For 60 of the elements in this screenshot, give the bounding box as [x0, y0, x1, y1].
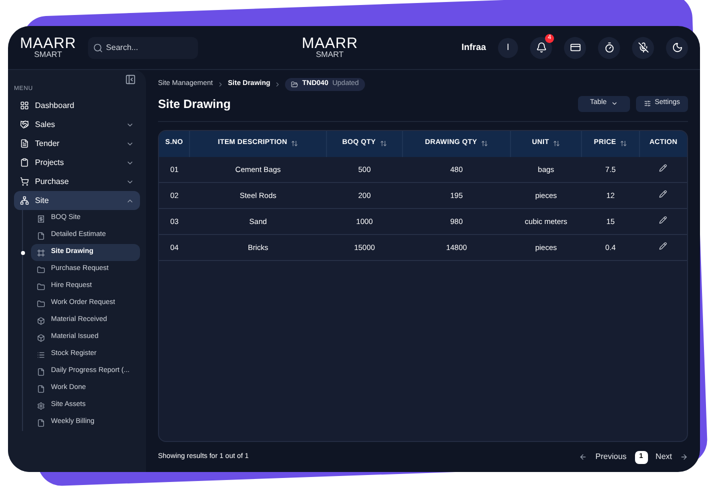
network-icon — [20, 196, 29, 205]
sliders-icon — [644, 100, 651, 107]
theme-button[interactable] — [666, 36, 688, 58]
sidebar-item[interactable]: Sales — [14, 115, 140, 134]
timer-button[interactable] — [598, 36, 620, 58]
sort-icon[interactable] — [481, 140, 488, 147]
page-title: Site Drawing — [158, 96, 231, 112]
search-field[interactable]: Search... — [88, 36, 198, 58]
handshake-icon — [20, 120, 29, 129]
file-icon — [37, 368, 45, 376]
logo: MAARR SMART — [20, 36, 76, 59]
file-icon — [37, 418, 45, 426]
sidebar-item[interactable]: Tender — [14, 134, 140, 153]
sidebar-item[interactable]: Site — [14, 191, 140, 210]
breadcrumb-separator-icon — [216, 80, 224, 88]
search-icon — [93, 42, 104, 52]
grid-icon — [20, 101, 29, 110]
breadcrumb-separator-icon — [274, 80, 282, 88]
file-icon — [37, 232, 45, 240]
arrow-right-icon — [680, 453, 688, 461]
microphone-button[interactable] — [632, 36, 654, 58]
chevron-icon — [610, 100, 618, 107]
previous-button[interactable]: Previous — [595, 451, 627, 463]
box-icon — [37, 334, 45, 342]
card-icon — [570, 42, 580, 53]
cart-icon — [20, 177, 29, 186]
frame-icon — [37, 248, 45, 256]
bell-icon — [536, 42, 546, 53]
edit-icon[interactable] — [659, 190, 668, 198]
card-button[interactable] — [564, 36, 586, 58]
edit-icon[interactable] — [659, 242, 668, 250]
collapse-icon[interactable] — [125, 74, 136, 85]
edit-icon[interactable] — [659, 164, 668, 172]
folder-icon — [37, 266, 45, 274]
edit-icon[interactable] — [659, 216, 668, 224]
folder-icon — [37, 282, 45, 290]
sidebar-item[interactable]: Projects — [14, 153, 140, 172]
next-button[interactable]: Next — [656, 451, 672, 463]
folder-icon — [291, 80, 298, 88]
logo: MAARR SMART — [302, 36, 358, 59]
timer-icon — [604, 42, 614, 53]
gear-icon — [37, 402, 45, 410]
user-name: Infraa — [461, 40, 486, 54]
clipboard-icon — [20, 158, 29, 167]
sort-icon[interactable] — [620, 140, 628, 147]
list-icon — [37, 350, 45, 358]
receipt-icon — [37, 214, 45, 222]
sidebar-item[interactable]: Dashboard — [14, 96, 140, 115]
avatar[interactable]: I — [498, 38, 518, 58]
mic-off-icon — [638, 42, 648, 53]
sidebar-item[interactable]: Purchase — [14, 172, 140, 191]
arrow-left-icon — [579, 453, 588, 461]
sort-icon[interactable] — [553, 140, 560, 147]
sort-icon[interactable] — [291, 140, 298, 147]
folder-icon — [37, 300, 45, 308]
box-icon — [37, 316, 45, 324]
document-icon — [20, 139, 29, 148]
moon-icon — [672, 42, 682, 53]
sort-icon[interactable] — [380, 140, 387, 147]
file-icon — [37, 384, 45, 392]
